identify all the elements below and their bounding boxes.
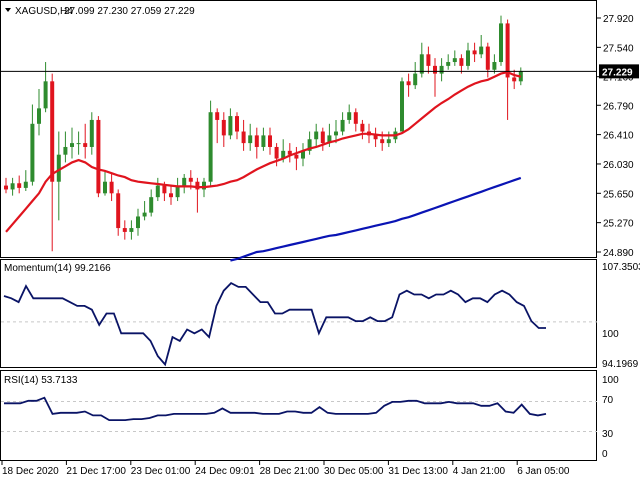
rsi-label: RSI(14) 53.7133 bbox=[4, 375, 78, 386]
price-tick-label: 25.270 bbox=[603, 219, 634, 230]
rsi-tick-0: 0 bbox=[602, 449, 608, 460]
trading-chart[interactable]: 27.92027.54027.16026.79026.41026.03025.6… bbox=[0, 0, 640, 480]
ohlc-readout: 27.099 27.230 27.059 27.229 bbox=[64, 6, 195, 17]
time-tick-label: 31 Dec 13:00 bbox=[388, 466, 448, 477]
candle bbox=[96, 116, 101, 198]
time-axis: 18 Dec 2020 21 Dec 17:00 23 Dec 01:00 24 De… bbox=[1, 461, 570, 477]
price-tick-label: 26.790 bbox=[603, 101, 634, 112]
candle bbox=[208, 100, 213, 186]
price-tick-label: 26.030 bbox=[603, 160, 634, 171]
time-tick-label: 21 Dec 17:00 bbox=[66, 466, 126, 477]
momentum-tick-bottom: 94.1969 bbox=[602, 359, 639, 370]
price-tag: 27.229 bbox=[599, 64, 639, 79]
time-tick-label: 18 Dec 2020 bbox=[2, 466, 59, 477]
price-tick-label: 24.890 bbox=[603, 248, 634, 259]
momentum-tick-mid: 100 bbox=[602, 329, 619, 340]
candle bbox=[400, 77, 404, 132]
time-tick-label: 23 Dec 01:00 bbox=[131, 466, 191, 477]
rsi-tick-30: 30 bbox=[602, 429, 614, 440]
time-tick-label: 28 Dec 21:00 bbox=[260, 466, 320, 477]
price-tick-label: 27.920 bbox=[603, 14, 634, 25]
price-axis: 27.92027.54027.16026.79026.41026.03025.6… bbox=[597, 14, 634, 259]
momentum-tick-top: 107.3503 bbox=[602, 262, 640, 273]
time-tick-label: 6 Jan 05:00 bbox=[517, 466, 570, 477]
price-tick-label: 26.410 bbox=[603, 131, 634, 142]
time-tick-label: 24 Dec 09:01 bbox=[195, 466, 255, 477]
price-tick-label: 25.650 bbox=[603, 189, 634, 200]
momentum-panel bbox=[0, 259, 597, 368]
price-tag-label: 27.229 bbox=[602, 67, 633, 78]
time-tick-label: 4 Jan 21:00 bbox=[453, 466, 506, 477]
rsi-tick-70: 70 bbox=[602, 395, 614, 406]
price-tick-label: 27.540 bbox=[603, 43, 634, 54]
rsi-panel bbox=[0, 370, 597, 461]
momentum-label: Momentum(14) 99.2166 bbox=[4, 263, 111, 274]
time-tick-label: 30 Dec 05:00 bbox=[324, 466, 384, 477]
rsi-tick-100: 100 bbox=[602, 375, 619, 386]
